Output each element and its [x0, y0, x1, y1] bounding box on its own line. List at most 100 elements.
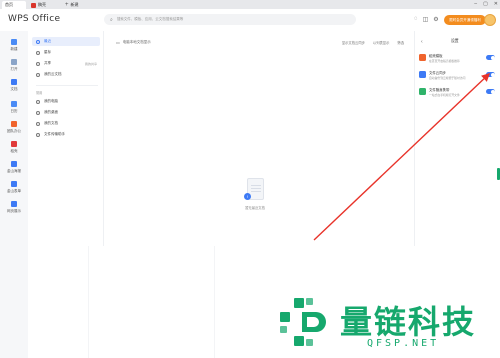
close-icon[interactable]: ✕	[494, 1, 498, 7]
docer-logo-icon	[31, 2, 36, 8]
tab-new[interactable]: + 新建	[62, 1, 86, 9]
search-placeholder: 搜索文件、模板、应用、云文档搜索结果等	[116, 17, 184, 21]
maximize-icon[interactable]: ▢	[483, 1, 488, 7]
cloud-icon	[36, 72, 40, 77]
cloud-sync-toggle[interactable]: 显示文档云同步	[342, 40, 365, 45]
desktop-icon	[36, 110, 40, 115]
subnav-item-starred[interactable]: 星标	[32, 48, 100, 57]
settings-icon[interactable]: ⚙	[433, 16, 438, 23]
subnav-label: 最近	[44, 39, 51, 43]
carry-file-icon	[419, 88, 426, 95]
settings-panel: ‹ 设置 稻壳模板 在首页开启稻壳模板推荐 文件云同步 自动备份到云端便于随时访问 …	[414, 31, 500, 246]
leftnav-label: 打开	[10, 67, 18, 71]
leftnav-item-open[interactable]: 打开	[3, 59, 25, 72]
share-icon	[36, 61, 40, 66]
leftnav-label: 日历	[10, 109, 18, 113]
plus-icon: +	[65, 2, 69, 8]
subnav-item-my-documents[interactable]: 我的文档	[32, 119, 100, 128]
leftnav-item-calendar[interactable]: 日历	[3, 101, 25, 114]
leftnav-item-web[interactable]: 网页展示	[3, 201, 25, 214]
info-badge-icon: !	[244, 193, 251, 200]
avatar[interactable]	[484, 14, 496, 26]
subnav-item-shared[interactable]: 共享 我的共享	[32, 59, 100, 68]
docer-icon	[11, 141, 17, 147]
docer-template-toggle[interactable]	[486, 55, 495, 60]
member-button[interactable]: 限时会员开通领福利	[444, 15, 486, 25]
leftnav-item-docer[interactable]: 稻壳	[3, 141, 25, 154]
header-icons: ◌ ◫ ⚙	[414, 16, 439, 23]
skin-icon[interactable]: ◫	[423, 16, 429, 23]
filter-button[interactable]: 筛选	[397, 40, 404, 45]
subnav-item-desktop[interactable]: 我的桌面	[32, 108, 100, 117]
setting-title: 稻壳模板	[429, 54, 443, 58]
setting-subtitle: 一站式在手机端打开文件	[429, 93, 460, 97]
app-logo: WPS Office	[8, 14, 61, 24]
setting-subtitle: 在首页开启稻壳模板推荐	[429, 59, 460, 63]
leftnav-label: 团队办公	[7, 129, 21, 133]
subnav-label: 我的云文档	[44, 72, 62, 76]
subnav-label: 我的桌面	[44, 110, 58, 114]
monitor-icon: ▭	[116, 40, 120, 45]
refresh-icon[interactable]: ◌	[414, 16, 418, 23]
search-icon: ⌕	[110, 16, 113, 23]
team-icon	[11, 121, 17, 127]
leftnav-item-document[interactable]: 文档	[3, 79, 25, 92]
leftnav-label: 网页展示	[7, 209, 21, 213]
ghost-line	[88, 246, 89, 358]
ghost-line	[214, 246, 215, 358]
web-icon	[11, 201, 17, 207]
clock-icon	[36, 39, 40, 44]
subnav-label: 我的电脑	[44, 99, 58, 103]
empty-state-text: 暂无最近文档	[245, 206, 265, 210]
subnav-item-cloud[interactable]: 我的云文档	[32, 70, 100, 79]
setting-title: 文件云同步	[429, 71, 446, 75]
empty-document-icon: !	[244, 176, 266, 202]
leftnav-item-form[interactable]: 金山表单	[3, 181, 25, 194]
subnav-item-recent[interactable]: 最近	[32, 37, 100, 46]
window-controls: – ▢ ✕	[474, 1, 498, 7]
main-toolbar: 显示文档云同步 以列表显示 筛选	[342, 40, 404, 45]
cloud-sync-icon	[419, 71, 426, 78]
leftnav-item-new[interactable]: 新建	[3, 39, 25, 52]
empty-state: ! 暂无最近文档	[244, 176, 266, 210]
subnav-label: 文件传输助手	[44, 132, 65, 136]
form-icon	[11, 181, 17, 187]
leftnav-label: 新建	[10, 47, 18, 51]
breadcrumb-text: 电脑本地文档显示	[122, 40, 151, 44]
document-icon	[11, 79, 17, 85]
open-icon	[11, 59, 17, 65]
subnav-item-transfer[interactable]: 文件传输助手	[32, 130, 100, 139]
watermark-name: 量链科技	[340, 303, 477, 341]
main-content: ▭ 电脑本地文档显示 显示文档云同步 以列表显示 筛选 ! 暂无最近文档	[104, 31, 414, 246]
subnav-label: 共享	[44, 61, 51, 65]
tab-new-label: 新建	[70, 2, 79, 7]
subnav-label: 星标	[44, 50, 51, 54]
watermark-logo-icon	[280, 298, 326, 346]
left-nav: 新建 打开 文档 日历 团队办公 稻壳 金山海报 金山表单 网页展示	[0, 31, 28, 358]
settings-title: 设置	[451, 39, 459, 43]
leftnav-label: 金山表单	[7, 189, 21, 193]
carry-file-toggle[interactable]	[486, 89, 495, 94]
tab-docer[interactable]: 稿壳	[28, 1, 58, 9]
back-icon[interactable]: ‹	[421, 39, 423, 45]
poster-icon	[11, 161, 17, 167]
transfer-icon	[36, 132, 40, 137]
minimize-icon[interactable]: –	[474, 1, 477, 7]
tab-home[interactable]: 首页	[2, 1, 26, 9]
subnav-item-my-computer[interactable]: 我的电脑	[32, 97, 100, 106]
leftnav-item-team[interactable]: 团队办公	[3, 121, 25, 134]
cloud-sync-toggle-switch[interactable]	[486, 72, 495, 77]
setting-title: 文件随身携带	[429, 88, 450, 92]
setting-subtitle: 自动备份到云端便于随时访问	[429, 76, 466, 80]
list-view-button[interactable]: 以列表显示	[373, 40, 389, 45]
subnav-label: 我的文档	[44, 121, 58, 125]
header: WPS Office ⌕ 搜索文件、模板、应用、云文档搜索结果等 ◌ ◫ ⚙ 限…	[0, 9, 500, 31]
star-icon	[36, 50, 40, 55]
search-input[interactable]: ⌕ 搜索文件、模板、应用、云文档搜索结果等	[104, 14, 356, 25]
subnav-section-label: 常用	[36, 91, 43, 95]
leftnav-label: 稻壳	[10, 149, 18, 153]
watermark-logo	[276, 296, 332, 348]
leftnav-item-poster[interactable]: 金山海报	[3, 161, 25, 174]
setting-carry-file: 文件随身携带 一站式在手机端打开文件	[419, 87, 499, 101]
divider	[36, 85, 98, 86]
